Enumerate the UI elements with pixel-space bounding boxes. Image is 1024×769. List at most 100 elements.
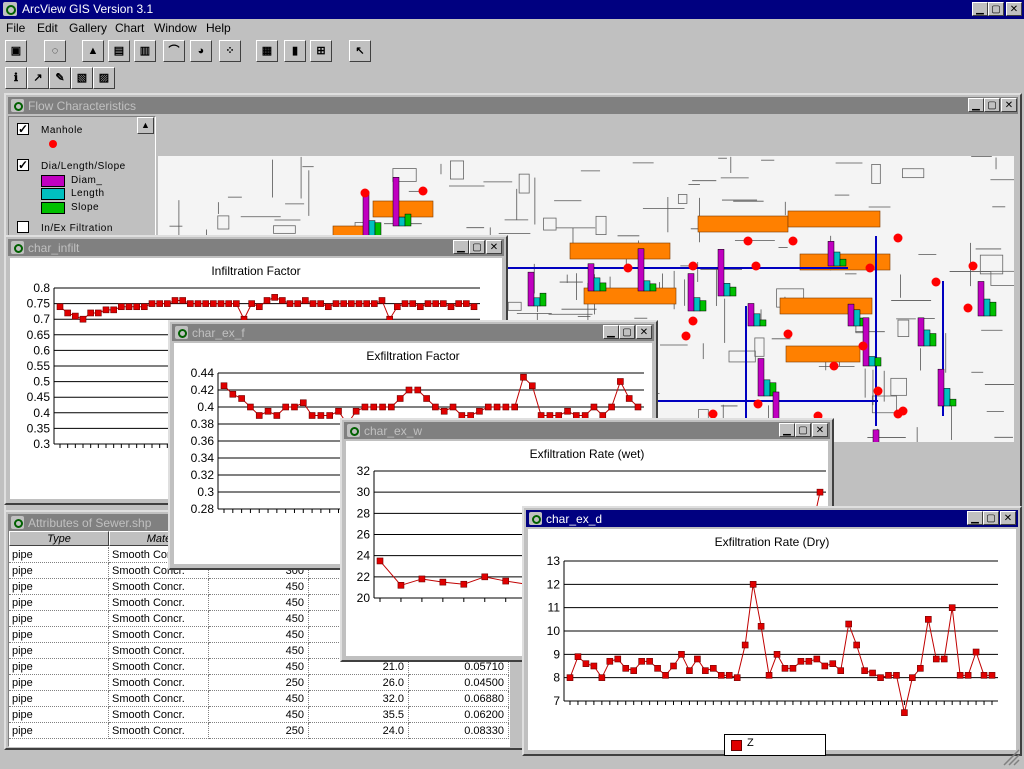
y-tick-label: 0.44 [191,366,215,380]
data-point [171,297,179,304]
ex-d-minimize-button[interactable]: ▁ [967,511,983,525]
menu-gallery[interactable]: Gallery [69,21,107,35]
inex-checkbox[interactable] [17,221,29,233]
data-point [233,300,240,307]
dls-bar [833,251,841,267]
dls-checkbox[interactable]: ✓ [17,159,29,171]
dls-bar [868,356,876,367]
ex-f-close-button[interactable]: ✕ [636,325,652,339]
ex-f-minimize-button[interactable]: ▁ [603,325,619,339]
y-tick-label: 22 [357,570,371,584]
series-icon[interactable]: ▮ [284,40,306,62]
app-titlebar[interactable]: ArcView GIS Version 3.1 ▁ ▢ ✕ [0,0,1024,19]
save-icon[interactable]: ▣ [5,40,27,62]
menu-window[interactable]: Window [154,21,197,35]
table-cell: Smooth Concr. [109,595,209,611]
data-point [662,672,669,679]
data-point [493,403,501,411]
infilt-maximize-button[interactable]: ▢ [469,240,485,254]
data-point [164,300,171,307]
view-window-titlebar[interactable]: Flow Characteristics ▁ ▢ ✕ [8,97,1018,114]
menu-help[interactable]: Help [206,21,231,35]
building-block [787,210,881,228]
erase-icon[interactable]: ✎ [49,67,71,89]
data-point [630,667,637,674]
data-point [340,300,347,307]
ex-f-maximize-button[interactable]: ▢ [619,325,635,339]
area-chart-icon[interactable]: ▲ [82,40,104,62]
infilt-titlebar[interactable]: char_infilt ▁ ▢ ✕ [8,239,504,256]
data-point [335,407,342,415]
menu-chart[interactable]: Chart [115,21,144,35]
table-header-type[interactable]: Type [9,531,109,546]
pie-chart-icon[interactable]: ◕ [190,40,212,62]
help-cursor-icon[interactable]: ↖ [349,40,371,62]
ex-w-close-button[interactable]: ✕ [812,423,828,437]
data-point [481,573,489,581]
data-point [326,412,334,419]
y-tick-label: 8 [553,671,560,685]
data-point [710,665,717,672]
ex-d-titlebar[interactable]: char_ex_d ▁ ▢ ✕ [526,510,1018,527]
data-point [286,300,294,307]
close-button[interactable]: ✕ [1006,2,1022,16]
data-point [972,648,980,656]
y-tick-label: 0.65 [27,328,51,342]
legend-pane: ✓ Manhole ✓ Dia/Length/Slope Diam_ Lengt… [8,116,156,238]
data-point [317,412,325,419]
ex-d-maximize-button[interactable]: ▢ [983,511,999,525]
menu-edit[interactable]: Edit [37,21,58,35]
title-icon[interactable]: ▨ [93,67,115,89]
ex-d-close-button[interactable]: ✕ [1000,511,1016,525]
bar-chart-icon[interactable]: ▤ [108,40,130,62]
pointer-icon[interactable]: ↗ [27,67,49,89]
dls-bar [847,303,855,327]
view-minimize-button[interactable]: ▁ [968,98,984,112]
ex-f-titlebar[interactable]: char_ex_f ▁ ▢ ✕ [172,324,654,341]
data-point [449,403,457,411]
table-cell: 0.06880 [409,691,509,707]
resize-grip-icon[interactable] [1000,748,1020,766]
table-cell: 250 [209,723,309,739]
data-point [376,557,384,565]
table-cell: Smooth Concr. [109,659,209,675]
ex-d-chart-svg: 13 12 11 10 9 8 7 [547,554,998,716]
ex-w-maximize-button[interactable]: ▢ [795,423,811,437]
dls-bar [839,258,847,267]
data-point [614,655,622,663]
table-cell: pipe [9,691,109,707]
line-chart-icon[interactable]: ⌒ [163,40,185,62]
data-point [133,303,140,311]
identify-icon[interactable]: ℹ [5,67,27,89]
dls-bar [763,379,771,397]
view-maximize-button[interactable]: ▢ [984,98,1000,112]
data-point [417,303,424,311]
chart-properties-icon[interactable]: ▦ [256,40,278,62]
data-point [460,580,468,588]
infilt-minimize-button[interactable]: ▁ [453,240,469,254]
legend-slope-label: Slope [71,202,100,213]
minimize-button[interactable]: ▁ [972,2,988,16]
manhole-checkbox[interactable]: ✓ [17,123,29,135]
manhole-point [753,399,763,409]
data-point [125,303,133,311]
properties-icon[interactable]: ◌ [44,40,66,62]
infilt-close-button[interactable]: ✕ [486,240,502,254]
data-point [511,403,518,411]
legend-scroll-up-button[interactable]: ▲ [137,117,154,134]
menu-file[interactable]: File [6,21,25,35]
view-close-button[interactable]: ✕ [1001,98,1017,112]
column-chart-icon[interactable]: ▥ [134,40,156,62]
table-cell: 450 [209,643,309,659]
find-icon[interactable]: ⊞ [310,40,332,62]
ex-w-minimize-button[interactable]: ▁ [779,423,795,437]
manhole-point [968,261,978,271]
dls-bar [937,368,945,407]
scatter-chart-icon[interactable]: ⁘ [219,40,241,62]
dls-bar [747,303,755,327]
element-icon[interactable]: ▧ [71,67,93,89]
data-point [110,306,117,314]
maximize-button[interactable]: ▢ [988,2,1004,16]
ex-w-titlebar[interactable]: char_ex_w ▁ ▢ ✕ [344,422,830,439]
data-point [901,709,908,716]
